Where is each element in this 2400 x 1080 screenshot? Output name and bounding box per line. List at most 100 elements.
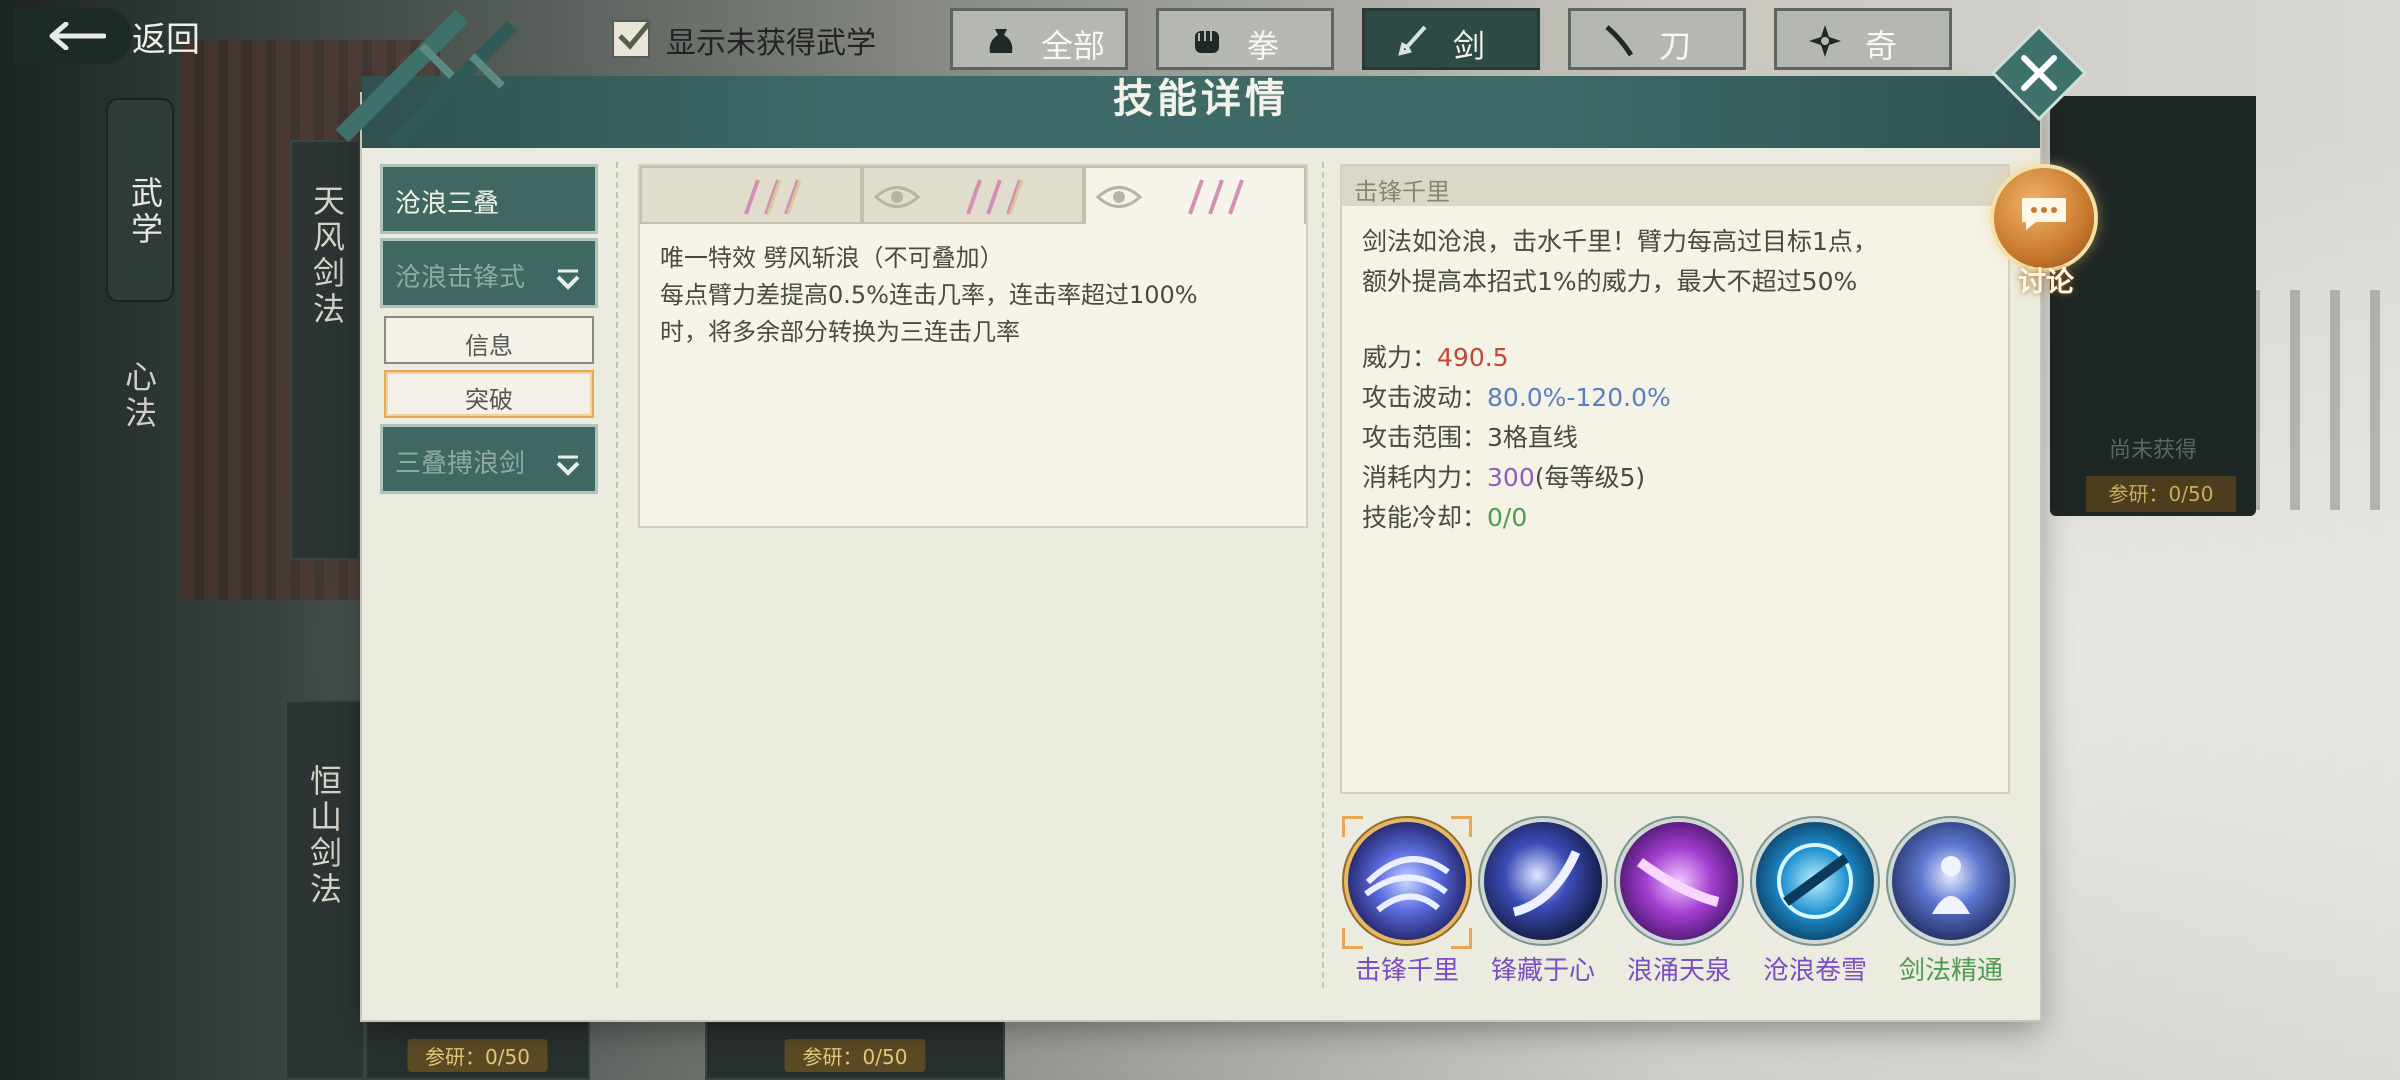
swirl-icon bbox=[1364, 856, 1450, 913]
modal-title: 技能详情 bbox=[1113, 76, 1289, 122]
selection-corner bbox=[1342, 928, 1363, 949]
tier-tab-1[interactable] bbox=[640, 166, 862, 224]
back-button[interactable] bbox=[14, 8, 132, 64]
bg-card-2: 恒山剑法 bbox=[285, 700, 365, 1080]
divider bbox=[1322, 162, 1324, 988]
side-tab-martial-label: 武学 bbox=[126, 176, 164, 248]
effect-line: 时，将多余部分转换为三连击几率 bbox=[660, 318, 1020, 346]
stat-range: 攻击范围：3格直线 bbox=[1362, 418, 1671, 458]
tab-sword[interactable]: 剑 bbox=[1362, 8, 1540, 70]
breakthrough-panel: 唯一特效 劈风斩浪（不可叠加） 每点臂力差提高0.5%连击几率，连击率超过100… bbox=[638, 164, 1308, 528]
effect-line: 唯一特效 劈风斩浪（不可叠加） bbox=[660, 244, 1004, 272]
close-icon bbox=[2021, 55, 2057, 91]
stat-value: 3格直线 bbox=[1487, 423, 1578, 452]
nav-sub-breakthrough-label: 突破 bbox=[465, 386, 513, 414]
stat-label: 技能冷却： bbox=[1362, 503, 1488, 532]
tab-all-label: 全部 bbox=[1041, 27, 1106, 65]
stat-label: 攻击波动： bbox=[1362, 383, 1488, 412]
skill-orb bbox=[1756, 822, 1874, 940]
toggle-label: 显示未获得武学 bbox=[666, 26, 876, 61]
close-button[interactable] bbox=[1994, 28, 2084, 118]
skill-stats: 威力：490.5 攻击波动：80.0%-120.0% 攻击范围：3格直线 消耗内… bbox=[1362, 338, 1671, 538]
sword-tier-icon bbox=[744, 179, 802, 215]
skill-orb bbox=[1348, 822, 1466, 940]
discuss-label: 讨论 bbox=[2017, 265, 2074, 298]
skill-name: 沧浪卷雪 bbox=[1762, 956, 1867, 986]
bg-card-3-badge: 参研：0/50 bbox=[407, 1039, 548, 1072]
bg-card-2-name: 恒山剑法 bbox=[305, 764, 343, 908]
chat-bubble-icon bbox=[2022, 198, 2066, 230]
tier-tab-3[interactable] bbox=[1084, 166, 1306, 224]
skill-detail-header: 击锋千里 bbox=[1342, 166, 2008, 206]
nav-skill-label: 沧浪三叠 bbox=[395, 189, 500, 219]
nav-skill-canglang-sandie[interactable]: 沧浪三叠 bbox=[380, 164, 598, 234]
nav-sub-info[interactable]: 信息 bbox=[384, 316, 594, 364]
nav-sub-breakthrough[interactable]: 突破 bbox=[384, 370, 594, 418]
stat-value: 80.0%-120.0% bbox=[1487, 383, 1671, 412]
nav-skill-label: 三叠搏浪剑 bbox=[395, 449, 526, 479]
side-tab-martial[interactable]: 武学 bbox=[108, 100, 172, 300]
stat-mp-cost: 消耗内力：300(每等级5) bbox=[1362, 458, 1671, 498]
skill-detail-name: 击锋千里 bbox=[1354, 178, 1450, 206]
tier-tab-2[interactable] bbox=[862, 166, 1084, 224]
skill-orb bbox=[1620, 822, 1738, 940]
selection-corner bbox=[1451, 928, 1472, 949]
back-label[interactable]: 返回 bbox=[132, 12, 200, 61]
skill-icon-canglang-juanxue[interactable]: 沧浪卷雪 bbox=[1756, 822, 1874, 986]
bg-card-1: 天风剑法 bbox=[290, 140, 360, 560]
skill-icon-langyong-tianquan[interactable]: 浪涌天泉 bbox=[1620, 822, 1738, 986]
discuss-button[interactable]: 讨论 bbox=[1990, 164, 2102, 298]
bg-banner-badge: 参研：0/50 bbox=[2086, 476, 2236, 512]
skill-description: 剑法如沧浪，击水千里！臂力每高过目标1点， 额外提高本招式1%的威力，最大不超过… bbox=[1362, 222, 1992, 302]
tab-special[interactable]: 奇 bbox=[1774, 8, 1952, 70]
stat-label: 威力： bbox=[1362, 343, 1438, 372]
nav-skill-label: 沧浪击锋式 bbox=[395, 263, 526, 293]
skill-icon-jianfa-jingtong[interactable]: 剑法精通 bbox=[1892, 822, 2010, 986]
tab-all[interactable]: 全部 bbox=[950, 8, 1128, 70]
eye-icon bbox=[874, 186, 920, 208]
nav-sub-info-label: 信息 bbox=[465, 332, 513, 360]
eye-icon bbox=[1096, 186, 1142, 208]
pouch-icon bbox=[989, 29, 1013, 53]
wave-icon bbox=[1637, 857, 1720, 907]
sword-icon bbox=[1398, 25, 1427, 56]
bg-banner-status: 尚未获得 bbox=[2108, 438, 2197, 463]
tab-fist-label: 拳 bbox=[1247, 27, 1280, 65]
fist-icon bbox=[1195, 31, 1219, 53]
skill-name: 锋藏于心 bbox=[1490, 956, 1595, 986]
tab-blade[interactable]: 刀 bbox=[1568, 8, 1746, 70]
divider bbox=[616, 162, 618, 988]
stat-label: 消耗内力： bbox=[1362, 463, 1488, 492]
sword-tier-icon bbox=[966, 179, 1024, 215]
stat-value: 490.5 bbox=[1437, 343, 1509, 372]
stat-value: 0/0 bbox=[1487, 503, 1528, 532]
modal-header: 技能详情 bbox=[335, 9, 2040, 148]
nav-skill-canglang-jifeng[interactable]: 沧浪击锋式 bbox=[380, 238, 598, 308]
skill-name: 剑法精通 bbox=[1898, 956, 2003, 986]
tab-sword-label: 剑 bbox=[1453, 27, 1486, 65]
tab-blade-label: 刀 bbox=[1659, 27, 1692, 65]
stat-cooldown: 技能冷却：0/0 bbox=[1362, 498, 1671, 538]
selection-corner bbox=[1342, 816, 1363, 837]
tab-special-label: 奇 bbox=[1865, 27, 1898, 65]
side-tab-inner[interactable]: 心法 bbox=[116, 360, 162, 432]
bg-card-4: 参研：0/50 bbox=[705, 1010, 1005, 1080]
skill-detail-panel: 击锋千里 剑法如沧浪，击水千里！臂力每高过目标1点， 额外提高本招式1%的威力，… bbox=[1340, 164, 2010, 794]
stat-label: 攻击范围： bbox=[1362, 423, 1488, 452]
stat-suffix: (每等级5) bbox=[1534, 463, 1646, 492]
meditation-icon bbox=[1932, 856, 1970, 914]
checkmark-icon bbox=[618, 20, 652, 50]
skill-icon-jifeng-qianli[interactable]: 击锋千里 bbox=[1342, 816, 1472, 986]
effect-line: 每点臂力差提高0.5%连击几率，连击率超过100% bbox=[660, 281, 1198, 309]
skill-detail-modal: 技能详情 沧浪三叠 沧浪击锋式 信息 突破 三叠搏浪剑 唯一特效 劈风斩浪（不可… bbox=[335, 9, 2083, 1020]
chevron-down-icon bbox=[556, 455, 580, 476]
tab-fist[interactable]: 拳 bbox=[1156, 8, 1334, 70]
checkbox[interactable] bbox=[612, 20, 652, 58]
bg-card-4-badge: 参研：0/50 bbox=[784, 1039, 926, 1072]
crescent-icon bbox=[1512, 850, 1581, 917]
skill-orb bbox=[1892, 822, 2010, 940]
skill-icon-fengcang-yuxin[interactable]: 锋藏于心 bbox=[1484, 822, 1602, 986]
nav-skill-sandie-bolang[interactable]: 三叠搏浪剑 bbox=[380, 424, 598, 494]
tier-tabs bbox=[640, 166, 1306, 224]
effect-text: 唯一特效 劈风斩浪（不可叠加） 每点臂力差提高0.5%连击几率，连击率超过100… bbox=[660, 240, 1290, 351]
